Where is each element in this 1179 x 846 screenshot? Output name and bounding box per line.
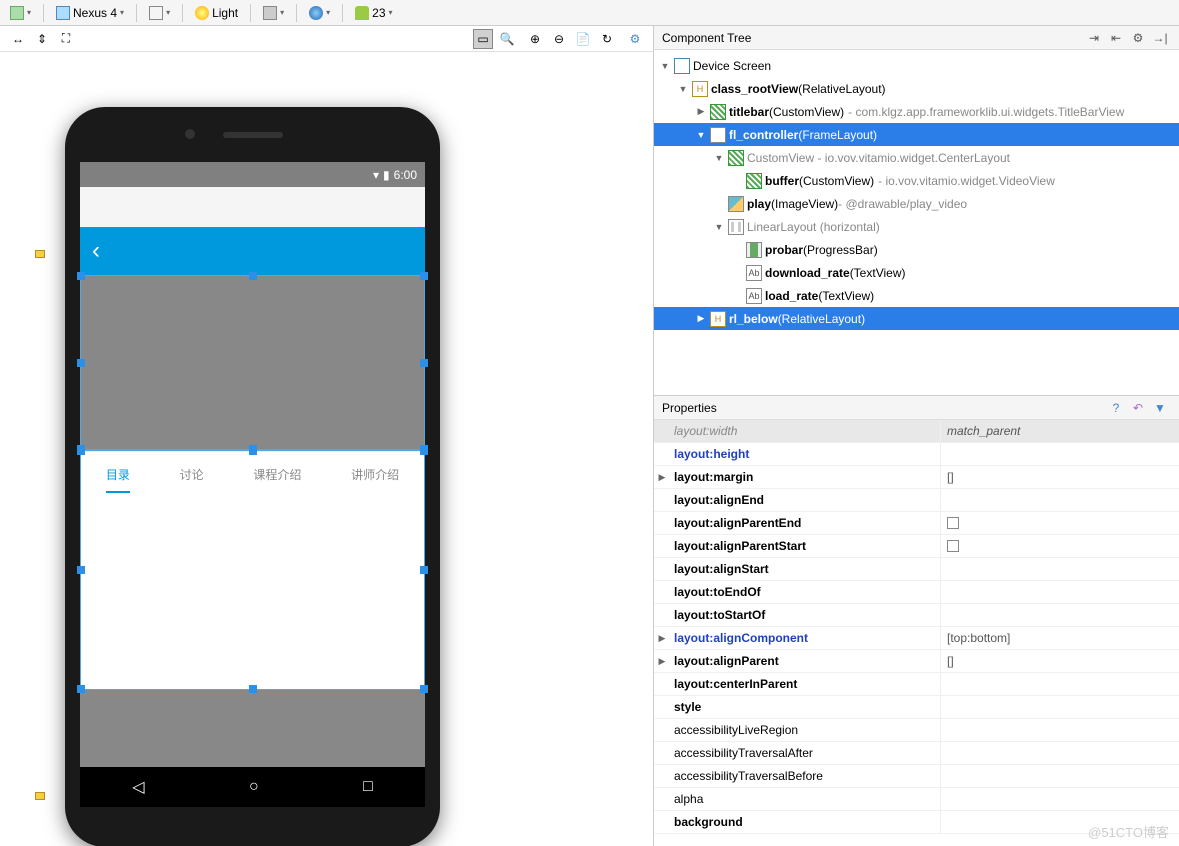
zoom-out-icon[interactable]: ⊖	[549, 29, 569, 49]
api-selector[interactable]: 23▾	[350, 3, 397, 23]
panel-title: Properties	[662, 401, 1105, 415]
prop-layout-toEndOf[interactable]: layout:toEndOf	[654, 581, 1179, 604]
tree-item-play[interactable]: play (ImageView) - @drawable/play_video	[654, 192, 1179, 215]
back-icon[interactable]: ‹	[92, 237, 100, 265]
select-tool-icon[interactable]: ▭	[473, 29, 493, 49]
new-button[interactable]: ▾	[5, 3, 36, 23]
refresh-icon[interactable]: ↻	[597, 29, 617, 49]
orientation-button[interactable]: ▾	[144, 3, 175, 23]
prop-layout-alignParentEnd[interactable]: layout:alignParentEnd	[654, 512, 1179, 535]
prop-style[interactable]: style	[654, 696, 1179, 719]
prop-layout-alignParentStart[interactable]: layout:alignParentStart	[654, 535, 1179, 558]
tree-item-class_rootView[interactable]: ▼Hclass_rootView (RelativeLayout)	[654, 77, 1179, 100]
prop-layout-centerInParent[interactable]: layout:centerInParent	[654, 673, 1179, 696]
panel-title: Component Tree	[662, 31, 1083, 45]
device-selector[interactable]: Nexus 4▾	[51, 3, 129, 23]
theme-selector[interactable]: Light	[190, 3, 243, 23]
warning-marker[interactable]	[35, 792, 45, 800]
tab-discuss[interactable]: 讨论	[180, 456, 204, 493]
locale-button[interactable]: ▾	[304, 3, 335, 23]
zoom-actual-icon[interactable]: 🔍	[497, 29, 517, 49]
prop-layout-alignStart[interactable]: layout:alignStart	[654, 558, 1179, 581]
component-tree-panel: Component Tree ⇥ ⇤ ⚙ →| ▼Device Screen▼H…	[654, 26, 1179, 396]
zoom-in-icon[interactable]: ⊕	[525, 29, 545, 49]
tab-catalog[interactable]: 目录	[106, 456, 130, 493]
tree-item-rl_below[interactable]: ▶Hrl_below (RelativeLayout)	[654, 307, 1179, 330]
gear-icon[interactable]: ⚙	[1129, 29, 1147, 47]
hide-icon[interactable]: →|	[1151, 29, 1169, 47]
prop-layout-toStartOf[interactable]: layout:toStartOf	[654, 604, 1179, 627]
tree-item-titlebar[interactable]: ▶titlebar (CustomView) - com.klgz.app.fr…	[654, 100, 1179, 123]
tree-item-CustomView-io-vov-vitamio-widget-CenterLayout[interactable]: ▼CustomView - io.vov.vitamio.widget.Cent…	[654, 146, 1179, 169]
watermark: @51CTO博客	[1088, 822, 1169, 841]
properties-panel: Properties ? ↶ ▼ layout:widthmatch_paren…	[654, 396, 1179, 846]
design-canvas[interactable]: ▾ ▮ 6:00 ‹	[0, 52, 653, 846]
prop-layout-alignParent[interactable]: ▶layout:alignParent[]	[654, 650, 1179, 673]
tree-root[interactable]: ▼Device Screen	[654, 54, 1179, 77]
expand-v-icon[interactable]: ⇕	[32, 29, 52, 49]
prop-accessibilityTraversalAfter[interactable]: accessibilityTraversalAfter	[654, 742, 1179, 765]
design-panel: ↔ ⇕ ⛶ ▭ 🔍 ⊕ ⊖ 📄 ↻ ⚙ ▾ ▮	[0, 26, 654, 846]
wifi-icon: ▾	[373, 168, 379, 182]
tree-item-buffer[interactable]: buffer (CustomView) - io.vov.vitamio.wid…	[654, 169, 1179, 192]
status-bar: ▾ ▮ 6:00	[80, 162, 425, 187]
tab-bar: 目录 讨论 课程介绍 讲师介绍	[81, 451, 424, 496]
prop-layout-width[interactable]: layout:widthmatch_parent	[654, 420, 1179, 443]
device-frame: ▾ ▮ 6:00 ‹	[65, 107, 440, 846]
document-icon[interactable]: 📄	[573, 29, 593, 49]
prop-alpha[interactable]: alpha	[654, 788, 1179, 811]
pan-tool-icon[interactable]: ↔	[8, 29, 28, 49]
prop-accessibilityLiveRegion[interactable]: accessibilityLiveRegion	[654, 719, 1179, 742]
tab-course[interactable]: 课程介绍	[253, 456, 301, 493]
gear-icon[interactable]: ⚙	[625, 29, 645, 49]
tree-item-LinearLayout-horizontal-[interactable]: ▼LinearLayout (horizontal)	[654, 215, 1179, 238]
clock-text: 6:00	[394, 168, 417, 182]
tree-item-load_rate[interactable]: Abload_rate (TextView)	[654, 284, 1179, 307]
nav-recent-icon[interactable]: □	[363, 778, 373, 796]
android-icon	[355, 6, 369, 20]
tree-item-fl_controller[interactable]: ▼fl_controller (FrameLayout)	[654, 123, 1179, 146]
fit-icon[interactable]: ⛶	[56, 29, 76, 49]
title-bar: ‹	[80, 227, 425, 275]
prop-layout-alignComponent[interactable]: ▶layout:alignComponent[top:bottom]	[654, 627, 1179, 650]
warning-marker[interactable]	[35, 250, 45, 258]
tree-item-download_rate[interactable]: Abdownload_rate (TextView)	[654, 261, 1179, 284]
expand-icon[interactable]: ⇥	[1085, 29, 1103, 47]
nav-bar: ◁ ○ □	[80, 767, 425, 807]
main-toolbar: ▾ Nexus 4▾ ▾ Light ▾ ▾ 23▾	[0, 0, 1179, 26]
battery-icon: ▮	[383, 168, 390, 182]
video-area[interactable]	[80, 275, 425, 450]
nav-home-icon[interactable]: ○	[249, 778, 259, 796]
config-button[interactable]: ▾	[258, 3, 289, 23]
prop-layout-height[interactable]: layout:height	[654, 443, 1179, 466]
undo-icon[interactable]: ↶	[1129, 399, 1147, 417]
prop-layout-alignEnd[interactable]: layout:alignEnd	[654, 489, 1179, 512]
collapse-icon[interactable]: ⇤	[1107, 29, 1125, 47]
filter-icon[interactable]: ▼	[1151, 399, 1169, 417]
tree-item-probar[interactable]: probar (ProgressBar)	[654, 238, 1179, 261]
prop-layout-margin[interactable]: ▶layout:margin[]	[654, 466, 1179, 489]
nav-back-icon[interactable]: ◁	[132, 777, 144, 797]
prop-accessibilityTraversalBefore[interactable]: accessibilityTraversalBefore	[654, 765, 1179, 788]
tab-teacher[interactable]: 讲师介绍	[351, 456, 399, 493]
help-icon[interactable]: ?	[1107, 399, 1125, 417]
